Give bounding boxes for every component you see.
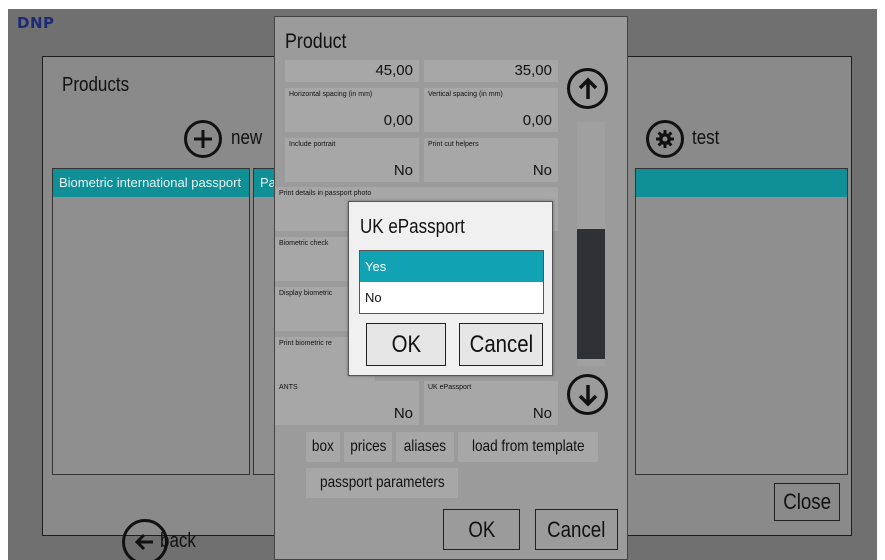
picker-cancel-button[interactable]: Cancel [459,323,543,366]
list-header-biometric[interactable]: Biometric international passport [53,169,249,197]
horizontal-spacing-field[interactable]: Horizontal spacing (in mm) 0,00 [285,88,419,132]
product-dialog-title: Product [285,30,347,53]
gear-icon[interactable] [646,120,684,158]
load-from-template-button[interactable]: load from template [458,432,598,462]
aliases-button[interactable]: aliases [396,432,454,462]
prices-button[interactable]: prices [344,432,392,462]
box-button[interactable]: box [306,432,340,462]
product-cancel-button[interactable]: Cancel [535,509,618,550]
list-header-right[interactable] [636,169,847,197]
picker-ok-button[interactable]: OK [366,323,446,366]
passport-parameters-button[interactable]: passport parameters [306,468,458,498]
scrollbar-thumb[interactable] [577,229,605,359]
test-button-label[interactable]: test [692,127,719,150]
new-button-label[interactable]: new [231,127,262,150]
height-field[interactable]: 35,00 [424,60,558,82]
close-button[interactable]: Close [774,483,840,521]
vertical-spacing-field[interactable]: Vertical spacing (in mm) 0,00 [424,88,558,132]
option-no[interactable]: No [360,282,543,313]
scroll-down-arrow-icon[interactable] [567,374,608,415]
product-list-left[interactable]: Biometric international passport [52,168,250,475]
print-cut-helpers-field[interactable]: Print cut helpers No [424,138,558,182]
scrollbar-track[interactable] [577,122,605,366]
scroll-up-arrow-icon[interactable] [567,68,608,109]
ants-field[interactable]: ANTS No [275,381,419,425]
uk-epassport-picker: UK ePassport Yes No OK Cancel [348,201,553,376]
back-button-label[interactable]: back [160,530,196,553]
picker-options-list[interactable]: Yes No [359,250,544,314]
width-field[interactable]: 45,00 [285,60,419,82]
products-title: Products [62,74,130,96]
add-icon[interactable] [184,120,222,158]
option-yes[interactable]: Yes [360,251,543,282]
uk-epassport-field[interactable]: UK ePassport No [424,381,558,425]
dnp-logo: DNP [17,14,55,32]
include-portrait-field[interactable]: Include portrait No [285,138,419,182]
product-ok-button[interactable]: OK [443,509,520,550]
picker-title: UK ePassport [360,216,465,238]
product-list-right[interactable] [635,168,848,475]
